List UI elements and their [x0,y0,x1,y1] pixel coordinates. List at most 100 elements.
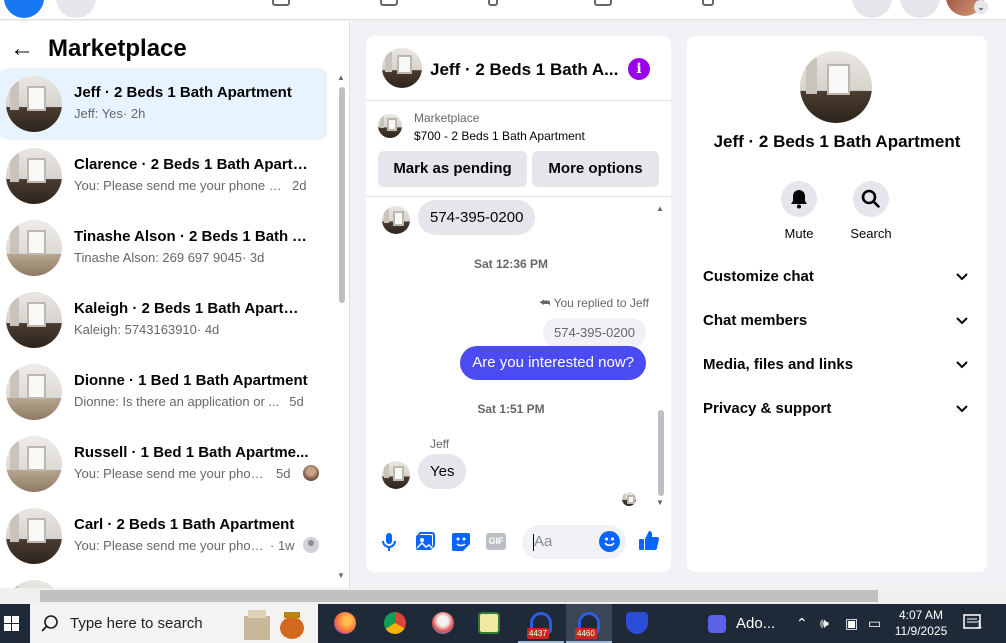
taskbar-search-box[interactable]: Type here to search [30,604,318,643]
sender-avatar [382,206,410,234]
scroll-down-arrow-icon[interactable]: ▼ [656,498,664,507]
scrollbar-thumb[interactable] [658,410,664,496]
chat-header: Jeff · 2 Beds 1 Bath A... i [366,36,671,101]
home-nav-icon[interactable] [272,0,290,6]
conversation-item[interactable]: Dionne · 1 Bed 1 Bath Apartment Dionne: … [0,356,327,428]
listing-thumbnail [6,220,62,276]
meet-now-icon[interactable]: ▣ [845,604,858,643]
more-options-button[interactable]: More options [532,151,659,187]
paint-app[interactable] [420,604,466,643]
mute-button[interactable]: Mute [769,181,829,241]
conversation-item[interactable]: Russell · 1 Bed 1 Bath Apartme... You: P… [0,428,327,500]
marketplace-nav-icon[interactable] [488,0,498,6]
headset-app-active[interactable]: 4460 [566,604,612,643]
shield-app[interactable] [614,604,660,643]
customize-chat-section[interactable]: Customize chat [703,256,971,300]
reply-indicator: ⮪ You replied to Jeff [539,296,649,310]
notification-badge: 4437 [527,628,549,639]
conversation-title: Russell · 1 Bed 1 Bath Apartme... [74,444,309,461]
outgoing-message[interactable]: Are you interested now? [460,346,646,380]
zoom-app[interactable]: Ado... [700,604,786,643]
search-in-conversation-button[interactable]: Search [841,181,901,241]
zoom-app-label: Ado... [736,615,776,632]
conversation-title: Tinashe Alson · 2 Beds 1 Bath Ap... [74,228,310,245]
notification-count: 1 [976,619,983,631]
mark-as-pending-button[interactable]: Mark as pending [378,151,527,187]
scroll-up-arrow-icon[interactable]: ▲ [337,73,345,82]
horizontal-scrollbar[interactable] [0,588,1006,604]
search-button[interactable] [56,0,96,18]
quoted-message[interactable]: 574-395-0200 [543,318,646,348]
conversation-item[interactable]: Tinashe Alson · 2 Beds 1 Bath Ap... Tina… [0,212,327,284]
microphone-icon[interactable] [377,530,401,554]
start-button[interactable] [0,604,30,643]
chat-members-section[interactable]: Chat members [703,300,971,344]
sidebar-scrollbar[interactable]: ▲ ▼ [337,73,347,583]
listing-thumbnail [6,76,62,132]
scroll-up-arrow-icon[interactable]: ▲ [656,204,664,213]
sticker-icon[interactable] [449,530,473,554]
conversation-preview: Tinashe Alson: 269 697 9045 · 3d [74,250,265,265]
notification-center-button[interactable]: 1 [962,613,984,633]
message-composer: GIF Aa [366,522,671,562]
conversation-title: Kaleigh · 2 Beds 1 Bath Apartment [74,300,310,317]
conversation-item[interactable]: Jeff · 2 Beds 1 Bath Apartment Jeff: Yes… [0,68,327,140]
incoming-message[interactable]: 574-395-0200 [418,200,536,235]
gaming-nav-icon[interactable] [702,0,714,6]
conversation-item[interactable]: Kaleigh · 2 Beds 1 Bath Apartment Kaleig… [0,284,327,356]
media-files-links-section[interactable]: Media, files and links [703,344,971,388]
windows-taskbar: Type here to search 4437 4460 Ado... ⌃ 🕪… [0,604,1006,643]
video-nav-icon[interactable] [380,0,398,6]
volume-icon[interactable]: 🕪 [820,604,829,643]
scrollbar-thumb[interactable] [40,590,878,602]
incoming-message[interactable]: Yes [418,454,467,489]
facebook-logo-icon[interactable] [4,0,44,18]
conversation-info-panel: Jeff · 2 Beds 1 Bath Apartment Mute Sear… [687,36,987,572]
chat-panel: Jeff · 2 Beds 1 Bath A... i Marketplace … [366,36,671,572]
info-icon[interactable]: i [628,58,650,80]
conversation-item[interactable]: Clarence · 2 Beds 1 Bath Apartm... You: … [0,140,327,212]
search-icon [861,189,880,208]
firefox-app[interactable] [322,604,368,643]
taskbar-search-placeholder: Type here to search [70,615,203,632]
messenger-button[interactable] [900,0,940,18]
message-thread: 574-395-0200 Sat 12:36 PM ⮪ You replied … [366,198,671,512]
video-camera-icon [708,615,726,633]
chevron-down-icon[interactable]: ⌄ [974,0,988,14]
menu-grid-button[interactable] [852,0,892,18]
privacy-support-section[interactable]: Privacy & support [703,388,971,432]
sidebar-header: ← Marketplace [10,33,187,65]
chevron-down-icon [956,273,968,281]
groups-nav-icon[interactable] [594,0,612,6]
listing-title[interactable]: $700 - 2 Beds 1 Bath Apartment [414,129,585,143]
top-navigation-bar: ⌄ [0,0,1006,20]
bell-icon [791,190,807,209]
conversation-item[interactable] [0,572,327,588]
network-icon[interactable]: ▭ [868,604,881,643]
emoji-icon[interactable] [599,531,620,552]
conversation-preview: You: Please send me your phone... · 1w [74,538,295,553]
thumbs-up-icon[interactable] [637,529,661,553]
listing-thumbnail[interactable] [378,114,402,138]
scrollbar-thumb[interactable] [339,87,345,303]
read-receipt-avatar [622,492,636,506]
chevron-down-icon [956,361,968,369]
scroll-down-arrow-icon[interactable]: ▼ [337,571,345,580]
gif-button[interactable]: GIF [486,533,506,550]
search-icon [41,615,58,632]
seen-by-avatar [303,465,319,481]
chat-scrollbar[interactable]: ▲ ▼ [655,204,667,508]
headset-app[interactable]: 4437 [518,604,564,643]
listing-avatar [800,51,872,123]
chat-title[interactable]: Jeff · 2 Beds 1 Bath A... [430,60,618,80]
chat-avatar[interactable] [382,48,422,88]
system-clock[interactable]: 4:07 AM 11/9/2025 [886,607,956,639]
chevron-up-icon[interactable]: ⌃ [796,604,808,643]
chrome-app[interactable] [372,604,418,643]
timestamp: Sat 1:51 PM [477,402,545,416]
conversation-item[interactable]: Carl · 2 Beds 1 Bath Apartment You: Plea… [0,500,327,572]
spreadsheet-app[interactable] [466,604,512,643]
back-arrow-icon[interactable]: ← [10,37,34,61]
conversation-preview: Dionne: Is there an application or ... 5d [74,394,304,409]
photo-icon[interactable] [413,530,437,554]
